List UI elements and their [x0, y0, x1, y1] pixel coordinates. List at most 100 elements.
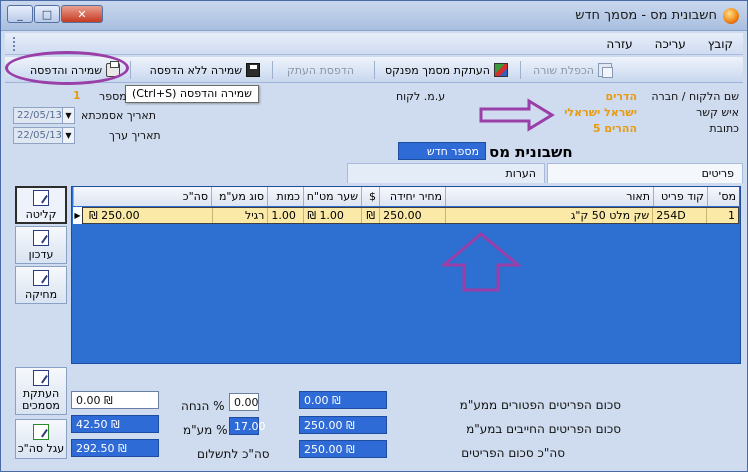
customer-label: שם הלקוח / חברה [651, 90, 739, 103]
document-stack-icon [494, 63, 508, 77]
cell-quantity[interactable]: 1.00 [267, 208, 303, 223]
value-date-picker[interactable]: 22/05/13 ▼ [13, 127, 75, 144]
cell-currency[interactable]: ₪ [361, 208, 379, 223]
copy-documents-button[interactable]: העתקת מסמכים [15, 367, 67, 415]
discount-percent-input[interactable]: 0.00 [229, 393, 259, 411]
toolbar-separator [130, 61, 131, 79]
address-label: כתובת [709, 122, 739, 135]
toolbar: הכפלת שורה העתקת מסמך מפנקס הדפסת העתק ש… [5, 57, 743, 83]
duplicate-row-button[interactable]: הכפלת שורה [530, 60, 615, 80]
contact-value[interactable]: ישראל ישראלי [564, 106, 637, 119]
cell-exchange-rate[interactable]: 1.00 ₪ [303, 208, 361, 223]
copy-from-book-label: העתקת מסמך מפנקס [384, 63, 490, 77]
duplicate-icon [598, 63, 613, 78]
menu-file[interactable]: קובץ [708, 37, 733, 51]
cell-total[interactable]: 250.00 ₪ [73, 208, 212, 223]
delete-button[interactable]: מחיקה [15, 266, 67, 304]
pencil-document-icon [33, 269, 49, 286]
menu-help[interactable]: עזרה [606, 37, 632, 51]
items-total-label: סה"כ סכום הפריטים [461, 446, 565, 460]
row-pointer-icon: ▶ [73, 207, 83, 224]
vat-label: % מע"מ [183, 423, 228, 437]
col-vat-type[interactable]: סוג מע"מ [211, 187, 267, 206]
tab-notes[interactable]: הערות [347, 163, 545, 183]
col-number[interactable]: מס' [707, 187, 739, 206]
cell-item-code[interactable]: 254D [652, 208, 706, 223]
app-icon [723, 8, 739, 24]
to-pay-value: 292.50 ₪ [71, 439, 159, 457]
discount-amount-input[interactable]: 0.00 ₪ [71, 391, 159, 409]
toolbar-separator [374, 61, 375, 79]
dropdown-arrow-icon[interactable]: ▼ [62, 108, 74, 123]
cell-vat-type[interactable]: רגיל [211, 208, 268, 223]
cell-number[interactable]: 1 [706, 208, 738, 223]
round-total-label: עגל סה"כ [17, 441, 65, 455]
value-date-value: 22/05/13 [17, 130, 62, 141]
vat-amount-value: 42.50 ₪ [71, 415, 159, 433]
toolbar-separator [272, 61, 273, 79]
tab-items[interactable]: פריטים [547, 163, 743, 183]
copy-from-book-button[interactable]: העתקת מסמך מפנקס [382, 60, 511, 80]
document-title: חשבונית מס [489, 143, 573, 161]
print-copy-button[interactable]: הדפסת העתק [284, 60, 357, 80]
taxable-total-label: סכום הפריטים החייבים במע"מ [466, 422, 621, 436]
grid-header: מס' קוד פריט תאור מחיר יחידה $ שער מט"ח … [73, 187, 739, 206]
annotation-arrow-right [479, 98, 555, 132]
dropdown-arrow-icon[interactable]: ▼ [62, 128, 74, 143]
window-title: חשבונית מס - מסמך חדש [575, 8, 717, 23]
reference-date-value: 22/05/13 [17, 110, 62, 121]
to-pay-label: סה"כ לתשלום [197, 447, 270, 461]
save-no-print-button[interactable]: שמירה ללא הדפסה [147, 60, 263, 80]
save-no-print-label: שמירה ללא הדפסה [149, 63, 242, 77]
vat-percent-value: 17.00 [229, 417, 266, 435]
intake-button[interactable]: קליטה [15, 186, 67, 224]
customer-value[interactable]: הדרים [605, 90, 637, 103]
printer-icon [106, 61, 120, 77]
window-controls: _ □ ✕ [7, 5, 104, 23]
floppy-icon [246, 63, 260, 77]
toolbar-separator [520, 61, 521, 79]
items-total-value: 250.00 ₪ [299, 440, 387, 458]
round-total-button[interactable]: עגל סה"כ [15, 419, 67, 459]
exempt-total-label: סכום הפריטים הפטורים ממע"מ [459, 398, 621, 412]
title-bar: _ □ ✕ חשבונית מס - מסמך חדש [1, 1, 747, 31]
menu-grip-icon [13, 37, 16, 51]
save-print-button[interactable]: שמירה והדפסה [27, 60, 123, 80]
col-total[interactable]: סה"כ [73, 187, 211, 206]
duplicate-row-label: הכפלת שורה [532, 63, 594, 77]
contact-label: איש קשר [696, 106, 739, 119]
pencil-document-icon [33, 189, 49, 206]
close-button[interactable]: ✕ [61, 5, 103, 23]
copy-documents-label: העתקת מסמכים [22, 387, 60, 412]
tab-strip: פריטים הערות [5, 163, 743, 183]
menu-edit[interactable]: עריכה [655, 37, 686, 51]
col-unit-price[interactable]: מחיר יחידה [379, 187, 445, 206]
address-value[interactable]: ההרים 5 [593, 122, 637, 135]
col-currency[interactable]: $ [361, 187, 379, 206]
col-quantity[interactable]: כמות [267, 187, 303, 206]
number-label: מספר [99, 90, 127, 103]
new-number-field: מספר חדש [398, 142, 486, 160]
menu-bar: קובץ עריכה עזרה [5, 33, 743, 55]
annotation-arrow-up [441, 232, 521, 292]
maximize-button[interactable]: □ [34, 5, 60, 23]
table-row[interactable]: 1 254D שק מלט 50 ק"ג 250.00 ₪ 1.00 ₪ 1.0… [73, 207, 739, 224]
pencil-document-icon [33, 229, 49, 246]
invoice-window: _ □ ✕ חשבונית מס - מסמך חדש קובץ עריכה ע… [0, 0, 748, 472]
cell-description[interactable]: שק מלט 50 ק"ג [444, 208, 652, 223]
delete-label: מחיקה [24, 287, 58, 301]
number-value: 1 [73, 89, 81, 102]
reference-date-picker[interactable]: 22/05/13 ▼ [13, 107, 75, 124]
round-arrow-icon [33, 423, 49, 440]
col-description[interactable]: תאור [445, 187, 653, 206]
cell-unit-price[interactable]: 250.00 [379, 208, 445, 223]
save-print-label: שמירה והדפסה [30, 63, 102, 77]
col-exchange-rate[interactable]: שער מט"ח [303, 187, 361, 206]
minimize-button[interactable]: _ [7, 5, 33, 23]
save-print-tooltip: שמירה והדפסה (Ctrl+S) [125, 85, 259, 103]
col-item-code[interactable]: קוד פריט [653, 187, 707, 206]
update-label: עדכון [28, 247, 54, 261]
reference-date-label: תאריך אסמכתא [81, 109, 157, 122]
vat-id-label: ע.מ. לקוח [396, 90, 446, 103]
update-button[interactable]: עדכון [15, 226, 67, 264]
